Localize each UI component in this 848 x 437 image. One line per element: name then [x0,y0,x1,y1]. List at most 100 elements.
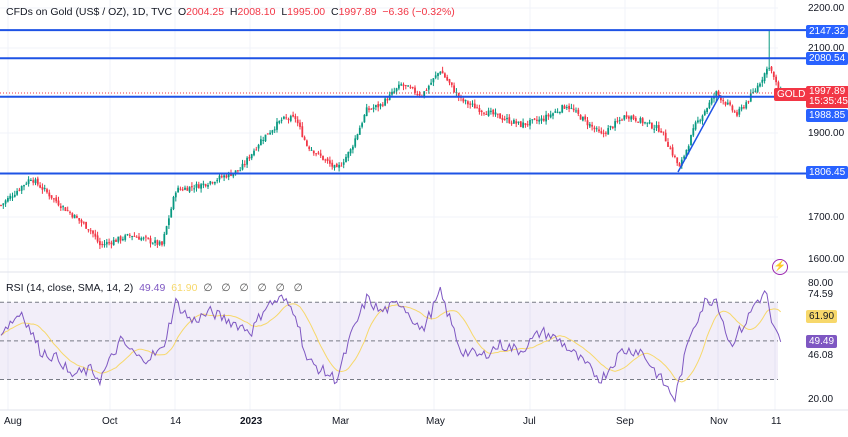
candle-body [494,112,497,115]
candle-body [678,163,681,167]
time-tick: Nov [710,416,728,427]
candle-body [467,101,469,105]
price-tick: 1900.00 [808,128,845,139]
candle-body [82,222,85,224]
candle-body [731,105,734,111]
candle-body [425,90,428,92]
candle-body [375,105,377,108]
chart-window[interactable]: CFDs on Gold (US$ / OZ), 1D, TVC O2004.2… [0,0,848,437]
candle-body [524,123,527,125]
candle-body [283,116,285,119]
candle-body [651,122,653,129]
candle-body [607,128,610,135]
candle-body [216,179,219,182]
candle-body [733,111,736,113]
candle-body [188,186,191,192]
candle-body [200,184,202,189]
candle-body [184,187,186,190]
candle-body [533,118,536,120]
candle-body [579,114,582,120]
candle-body [18,189,21,191]
candle-body [299,122,301,127]
candle-body [69,211,71,213]
candle-body [386,99,389,101]
candle-body [214,181,216,184]
candle-body [39,185,41,188]
time-tick: 2023 [240,416,263,427]
candle-body [404,85,407,87]
candle-body [637,121,639,123]
candle-body [356,134,359,140]
level-tag: 1806.45 [806,166,848,179]
candle-body [191,186,193,188]
candle-body [133,235,136,237]
candle-body [181,189,184,191]
candle-body [349,149,352,154]
current-price-tag: 1997.89 15:35:45 [806,86,848,108]
candle-body [101,243,104,245]
candle-body [71,213,74,218]
candle-body [172,196,175,210]
candle-body [80,220,83,223]
candle-body [770,66,773,71]
candle-body [476,107,478,109]
candle-body [34,179,37,184]
candle-body [586,120,589,126]
candle-body [710,98,713,104]
candle-body [699,120,702,122]
candle-body [352,146,354,150]
candle-body [27,179,30,184]
candle-body [446,76,449,81]
candle-body [676,157,679,164]
candle-body [554,111,557,113]
candle-body [16,190,18,195]
candle-body [0,205,2,207]
candle-body [372,107,375,110]
candle-body [384,98,386,106]
candle-body [292,114,294,117]
candle-body [108,242,110,244]
candle-body [128,234,131,236]
candle-body [570,107,573,109]
candle-body [756,85,759,92]
price-tick: 2200.00 [808,3,845,14]
rsi-sma-tag: 61.90 [806,310,838,323]
candle-body [124,235,127,240]
symbol-title: CFDs on Gold (US$ / OZ), 1D, TVC [6,6,173,18]
candle-body [62,206,64,208]
candle-body [170,208,173,218]
candle-body [529,119,531,126]
candle-body [368,108,370,110]
candle-body [13,194,16,197]
candle-body [483,112,485,114]
chart-canvas[interactable] [0,0,848,437]
candle-body [448,79,451,83]
rsi-tick: 46.08 [808,350,834,361]
candle-body [271,130,274,133]
candle-body [379,104,382,107]
candle-body [490,110,492,112]
candle-body [726,102,729,105]
candle-body [154,240,156,244]
candle-body [621,119,623,121]
candle-body [662,131,665,133]
candle-body [565,106,568,108]
candle-body [556,111,559,113]
candle-body [361,123,363,127]
close-label: C [330,6,339,18]
lightning-icon[interactable]: ⚡ [772,259,788,275]
candle-body [427,85,430,90]
candle-body [246,157,248,165]
candle-body [536,119,538,121]
candle-body [156,240,159,245]
candle-body [708,102,711,109]
candle-body [207,184,209,187]
candle-body [345,156,347,163]
candle-body [766,68,768,75]
rsi-tick: 20.00 [808,394,834,405]
candle-body [598,129,600,132]
candle-body [161,241,163,245]
candle-body [775,76,777,83]
candle-body [20,186,23,191]
candle-body [151,243,154,245]
